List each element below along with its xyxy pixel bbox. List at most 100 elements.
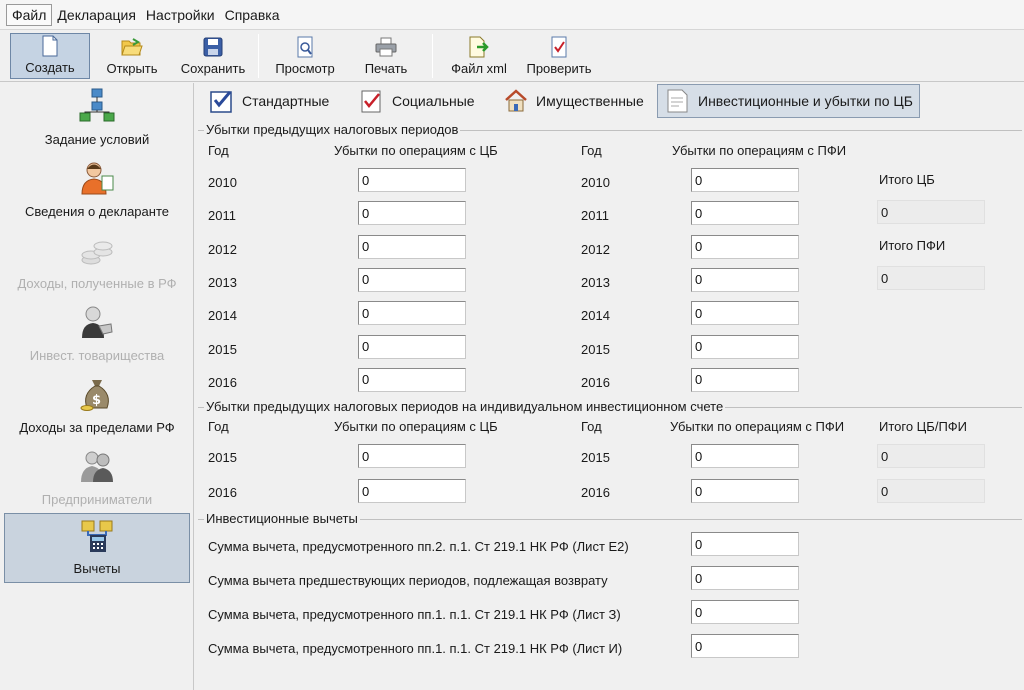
- year-label: 2014: [581, 308, 610, 324]
- tab-investment[interactable]: Инвестиционные и убытки по ЦБ: [657, 84, 920, 118]
- house-icon: [502, 87, 530, 115]
- tab-property[interactable]: Имущественные: [496, 84, 650, 118]
- menu-settings[interactable]: Настройки: [141, 5, 220, 25]
- create-label: Создать: [25, 60, 75, 75]
- year-header: Год: [208, 419, 229, 434]
- year-label: 2011: [581, 208, 609, 224]
- deduction-input[interactable]: [691, 634, 799, 658]
- iis-pfi-loss-input[interactable]: [691, 479, 799, 503]
- create-button[interactable]: Создать: [10, 33, 90, 79]
- menu-bar: Файл Декларация Настройки Справка: [0, 0, 1024, 30]
- investment-panel: Убытки предыдущих налоговых периодов Год…: [196, 122, 1024, 690]
- iis-cb-loss-input[interactable]: [358, 479, 466, 503]
- cb-loss-input[interactable]: [358, 301, 466, 326]
- menu-help[interactable]: Справка: [220, 5, 285, 25]
- year-label: 2016: [581, 374, 610, 390]
- pfi-losses-header: Убытки по операциям с ПФИ: [672, 143, 847, 158]
- doc-icon: [664, 87, 692, 115]
- menu-file[interactable]: Файл: [6, 3, 53, 26]
- open-folder-icon: [121, 35, 143, 59]
- pfi-loss-input[interactable]: [691, 234, 799, 259]
- deduction-label: Сумма вычета, предусмотренного пп.1. п.1…: [208, 641, 623, 656]
- sidebar-item-entrepreneurs[interactable]: Предприниматели: [4, 443, 190, 513]
- cb-loss-input[interactable]: [358, 367, 466, 392]
- deductions-group-title: Инвестиционные вычеты: [204, 511, 360, 526]
- xml-file-button[interactable]: Файл xml: [444, 33, 514, 79]
- calculator-icon: [77, 515, 117, 555]
- preview-icon: [294, 35, 316, 59]
- tab-label: Имущественные: [536, 93, 644, 109]
- year-label: 2016: [208, 374, 237, 390]
- tab-standard[interactable]: Стандартные: [202, 84, 335, 118]
- year-label: 2013: [581, 274, 610, 290]
- tab-social[interactable]: Социальные: [352, 84, 481, 118]
- person-icon: [77, 158, 117, 198]
- pfi-loss-input[interactable]: [691, 168, 799, 192]
- preview-button[interactable]: Просмотр: [268, 33, 342, 79]
- save-button[interactable]: Сохранить: [174, 33, 252, 79]
- sidebar-item-label: Сведения о декларанте: [25, 204, 169, 219]
- cb-loss-input[interactable]: [358, 168, 466, 192]
- year-label: 2016: [581, 485, 610, 500]
- deduction-input[interactable]: [691, 532, 799, 556]
- sidebar-item-income-abroad[interactable]: $ Доходы за пределами РФ: [4, 371, 190, 441]
- cb-loss-input[interactable]: [358, 334, 466, 359]
- menu-declaration[interactable]: Декларация: [52, 5, 141, 25]
- total-pfi-value: 0: [877, 266, 985, 290]
- iis-total-value: 0: [877, 479, 985, 503]
- deduction-label: Сумма вычета, предусмотренного пп.1. п.1…: [208, 607, 621, 622]
- year-label: 2015: [208, 341, 237, 357]
- pfi-loss-input[interactable]: [691, 334, 799, 359]
- sidebar-item-deductions[interactable]: Вычеты: [4, 513, 190, 583]
- total-cb-label: Итого ЦБ: [879, 172, 935, 187]
- cb-loss-input[interactable]: [358, 267, 466, 292]
- sidebar-item-label: Инвест. товарищества: [29, 348, 165, 363]
- year-header: Год: [581, 143, 602, 158]
- open-button[interactable]: Открыть: [96, 33, 168, 79]
- pfi-loss-input[interactable]: [691, 201, 799, 226]
- cb-loss-input[interactable]: [358, 234, 466, 259]
- year-label: 2015: [208, 450, 237, 465]
- pfi-loss-input[interactable]: [691, 267, 799, 292]
- sidebar-item-label: Предприниматели: [41, 492, 153, 507]
- losses-group-title: Убытки предыдущих налоговых периодов: [204, 122, 461, 137]
- money-bag-icon: $: [77, 374, 117, 414]
- deduction-input[interactable]: [691, 600, 799, 624]
- iis-total-value: 0: [877, 444, 985, 468]
- iis-pfi-loss-input[interactable]: [691, 444, 799, 468]
- tab-bar: Стандартные Социальные Имущественные Инв…: [196, 84, 1024, 120]
- open-label: Открыть: [106, 61, 158, 76]
- tab-label: Инвестиционные и убытки по ЦБ: [698, 93, 913, 109]
- total-cb-pfi-header: Итого ЦБ/ПФИ: [879, 419, 968, 434]
- iis-group-title: Убытки предыдущих налоговых периодов на …: [204, 399, 726, 414]
- checkmark-doc-icon: [358, 87, 386, 115]
- check-button[interactable]: Проверить: [518, 33, 600, 79]
- year-header: Год: [581, 419, 602, 434]
- cb-losses-header: Убытки по операциям с ЦБ: [334, 143, 498, 158]
- print-button[interactable]: Печать: [352, 33, 420, 79]
- preview-label: Просмотр: [275, 61, 335, 76]
- losses-group: Убытки предыдущих налоговых периодов: [198, 122, 1022, 396]
- toolbar-separator: [432, 34, 433, 78]
- network-icon: [77, 86, 117, 126]
- toolbar-separator: [258, 34, 259, 78]
- sidebar-item-label: Вычеты: [73, 561, 121, 576]
- year-label: 2012: [581, 241, 610, 257]
- pfi-loss-input[interactable]: [691, 301, 799, 326]
- year-label: 2010: [208, 175, 237, 190]
- sidebar-item-conditions[interactable]: Задание условий: [4, 83, 190, 153]
- deduction-input[interactable]: [691, 566, 799, 590]
- year-label: 2013: [208, 274, 237, 290]
- cb-loss-input[interactable]: [358, 201, 466, 226]
- total-pfi-label: Итого ПФИ: [879, 238, 946, 253]
- sidebar-item-label: Задание условий: [44, 132, 150, 147]
- iis-cb-loss-input[interactable]: [358, 444, 466, 468]
- sidebar-item-invest-partnership[interactable]: Инвест. товарищества: [4, 299, 190, 369]
- printer-icon: [375, 35, 397, 59]
- sidebar-item-income-rf[interactable]: Доходы, полученные в РФ: [4, 227, 190, 297]
- pfi-loss-input[interactable]: [691, 367, 799, 392]
- sidebar-item-label: Доходы, полученные в РФ: [17, 276, 177, 291]
- year-label: 2010: [581, 175, 610, 190]
- sidebar-item-declarant[interactable]: Сведения о декларанте: [4, 155, 190, 225]
- year-label: 2015: [581, 341, 610, 357]
